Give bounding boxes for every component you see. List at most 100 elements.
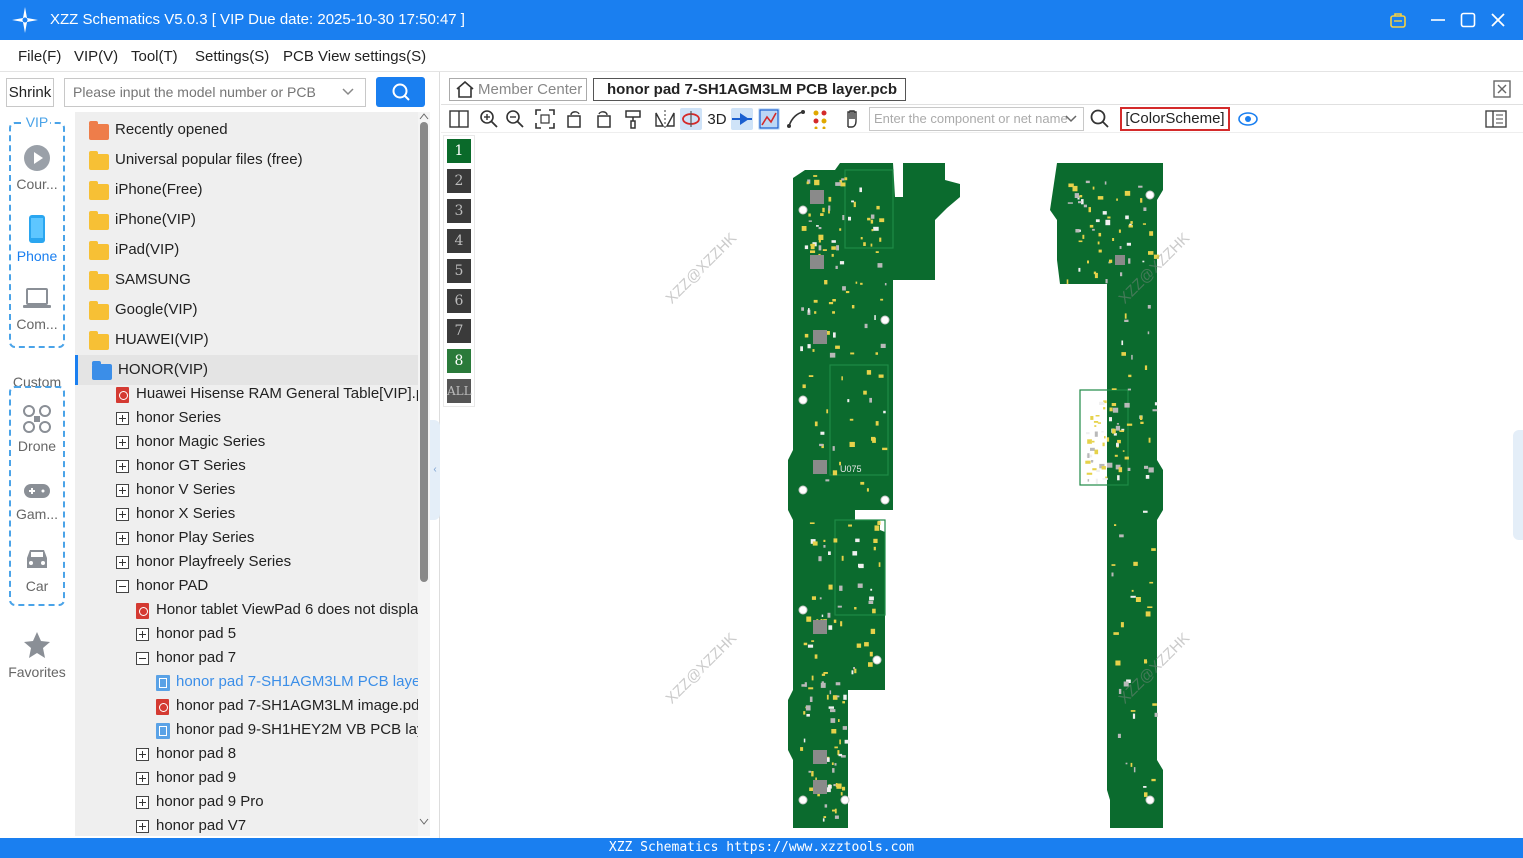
chevron-down-icon[interactable]: [341, 84, 355, 98]
rotate-left-icon[interactable]: [564, 108, 586, 130]
pcb-board-svg[interactable]: U075: [785, 160, 1170, 832]
tree-row[interactable]: honor pad 7-SH1AGM3LM image.pdf: [75, 694, 418, 718]
category-car[interactable]: Car: [4, 546, 70, 594]
paint-brush-icon[interactable]: [622, 108, 644, 130]
tree-row[interactable]: HUAWEI(VIP): [75, 325, 418, 355]
pcb-component: [1152, 409, 1158, 412]
layer-button-7[interactable]: 7: [447, 319, 471, 343]
menu-pcb-view-settings[interactable]: PCB View settings(S): [283, 48, 426, 65]
layer-button-3[interactable]: 3: [447, 199, 471, 223]
tree-row[interactable]: iPad(VIP): [75, 235, 418, 265]
pcb-component: [1112, 238, 1115, 241]
tree-row[interactable]: iPhone(Free): [75, 175, 418, 205]
category-game[interactable]: Gam...: [4, 480, 70, 522]
category-course[interactable]: Cour...: [4, 144, 70, 192]
pcb-component: [804, 245, 809, 250]
layer-button-2[interactable]: 2: [447, 169, 471, 193]
view-3d-button[interactable]: 3D: [705, 108, 729, 130]
pcb-component: [1133, 561, 1138, 566]
tree-row[interactable]: honor GT Series: [75, 454, 418, 478]
menu-tool[interactable]: Tool(T): [131, 48, 178, 65]
menu-vip[interactable]: VIP(V): [74, 48, 118, 65]
minimize-button[interactable]: [1426, 8, 1450, 32]
dots-grid-icon[interactable]: [811, 108, 833, 130]
tree-row[interactable]: HONOR(VIP): [75, 355, 418, 385]
tree-row[interactable]: honor pad 9: [75, 766, 418, 790]
tree-row[interactable]: Recently opened: [75, 115, 418, 145]
eye-icon[interactable]: [1237, 108, 1259, 130]
menu-settings[interactable]: Settings(S): [195, 48, 269, 65]
category-favorites[interactable]: Favorites: [4, 630, 70, 680]
tree-scrollbar[interactable]: [418, 112, 430, 836]
net-search-icon[interactable]: [1089, 108, 1111, 130]
color-scheme-button[interactable]: [ColorScheme]: [1120, 107, 1230, 131]
close-button[interactable]: [1486, 8, 1510, 32]
tree-row[interactable]: honor pad 9-SH1HEY2M VB PCB layer.pcb: [75, 718, 418, 742]
flip-board-icon[interactable]: [680, 108, 702, 130]
tree-row[interactable]: honor Play Series: [75, 526, 418, 550]
search-button[interactable]: [376, 77, 425, 107]
tab-member-center[interactable]: Member Center: [449, 78, 587, 101]
tree-row[interactable]: honor pad 8: [75, 742, 418, 766]
vip-bag-icon[interactable]: [1386, 8, 1410, 32]
tab-pcb-file[interactable]: honor pad 7-SH1AGM3LM PCB layer.pcb: [593, 78, 906, 101]
tree-row[interactable]: iPhone(VIP): [75, 205, 418, 235]
tree-row[interactable]: honor pad 7: [75, 646, 418, 670]
tree-row[interactable]: honor pad V7: [75, 814, 418, 836]
pcb-board-view[interactable]: U075: [785, 160, 1170, 832]
pcb-component: [1066, 279, 1069, 285]
tree-row[interactable]: Google(VIP): [75, 295, 418, 325]
fit-view-icon[interactable]: [534, 108, 556, 130]
right-panel-handle[interactable]: [1513, 430, 1523, 540]
tree-row[interactable]: SAMSUNG: [75, 265, 418, 295]
mirror-icon[interactable]: [654, 108, 676, 130]
layer-button-8[interactable]: 8: [447, 349, 471, 373]
model-search-input[interactable]: [73, 79, 343, 105]
split-view-icon[interactable]: [448, 108, 470, 130]
pcb-component: [821, 673, 826, 676]
collapse-panel-handle[interactable]: ‹: [430, 420, 440, 520]
category-phone[interactable]: Phone: [4, 214, 70, 264]
tree-row[interactable]: Honor tablet ViewPad 6 does not display: [75, 598, 418, 622]
tree-row[interactable]: Universal popular files (free): [75, 145, 418, 175]
chevron-down-icon[interactable]: [1064, 113, 1078, 125]
category-computer[interactable]: Com...: [4, 286, 70, 332]
category-drone[interactable]: Drone: [4, 404, 70, 454]
menu-file[interactable]: File(F): [18, 48, 61, 65]
net-search-input[interactable]: Enter the component or net name: [869, 107, 1084, 131]
tree-row[interactable]: honor X Series: [75, 502, 418, 526]
zoom-in-icon[interactable]: [478, 108, 500, 130]
scroll-up-icon[interactable]: [419, 112, 429, 120]
zoom-out-icon[interactable]: [504, 108, 526, 130]
pin-mode-icon[interactable]: [731, 108, 753, 130]
tree-row[interactable]: Huawei Hisense RAM General Table[VIP].pd…: [75, 382, 418, 406]
tree-row[interactable]: honor Playfreely Series: [75, 550, 418, 574]
pcb-component: [1128, 374, 1132, 378]
laptop-icon: [23, 288, 51, 308]
tree-row[interactable]: honor V Series: [75, 478, 418, 502]
side-panel-toggle-icon[interactable]: [1485, 108, 1507, 130]
scrollbar-thumb[interactable]: [420, 122, 428, 582]
close-tab-icon[interactable]: [1493, 80, 1511, 98]
layer-button-5[interactable]: 5: [447, 259, 471, 283]
measure-icon[interactable]: [785, 108, 807, 130]
pan-hand-icon[interactable]: [841, 108, 863, 130]
pcb-component: [1147, 606, 1153, 608]
net-highlight-icon[interactable]: [758, 108, 780, 130]
layer-button-1[interactable]: 1: [447, 139, 471, 163]
rotate-right-icon[interactable]: [592, 108, 614, 130]
tree-row[interactable]: honor pad 9 Pro: [75, 790, 418, 814]
expand-icon: [136, 796, 149, 809]
pcb-component: [1113, 632, 1119, 635]
layer-button-all[interactable]: ALL: [447, 379, 472, 403]
tree-row[interactable]: honor PAD: [75, 574, 418, 598]
layer-button-6[interactable]: 6: [447, 289, 471, 313]
tree-row[interactable]: honor pad 7-SH1AGM3LM PCB layer.pcb: [75, 670, 418, 694]
layer-button-4[interactable]: 4: [447, 229, 471, 253]
shrink-button[interactable]: Shrink: [6, 78, 54, 107]
tree-row[interactable]: honor pad 5: [75, 622, 418, 646]
tree-row[interactable]: honor Magic Series: [75, 430, 418, 454]
tree-row[interactable]: honor Series: [75, 406, 418, 430]
maximize-button[interactable]: [1456, 8, 1480, 32]
scroll-down-icon[interactable]: [419, 818, 429, 826]
